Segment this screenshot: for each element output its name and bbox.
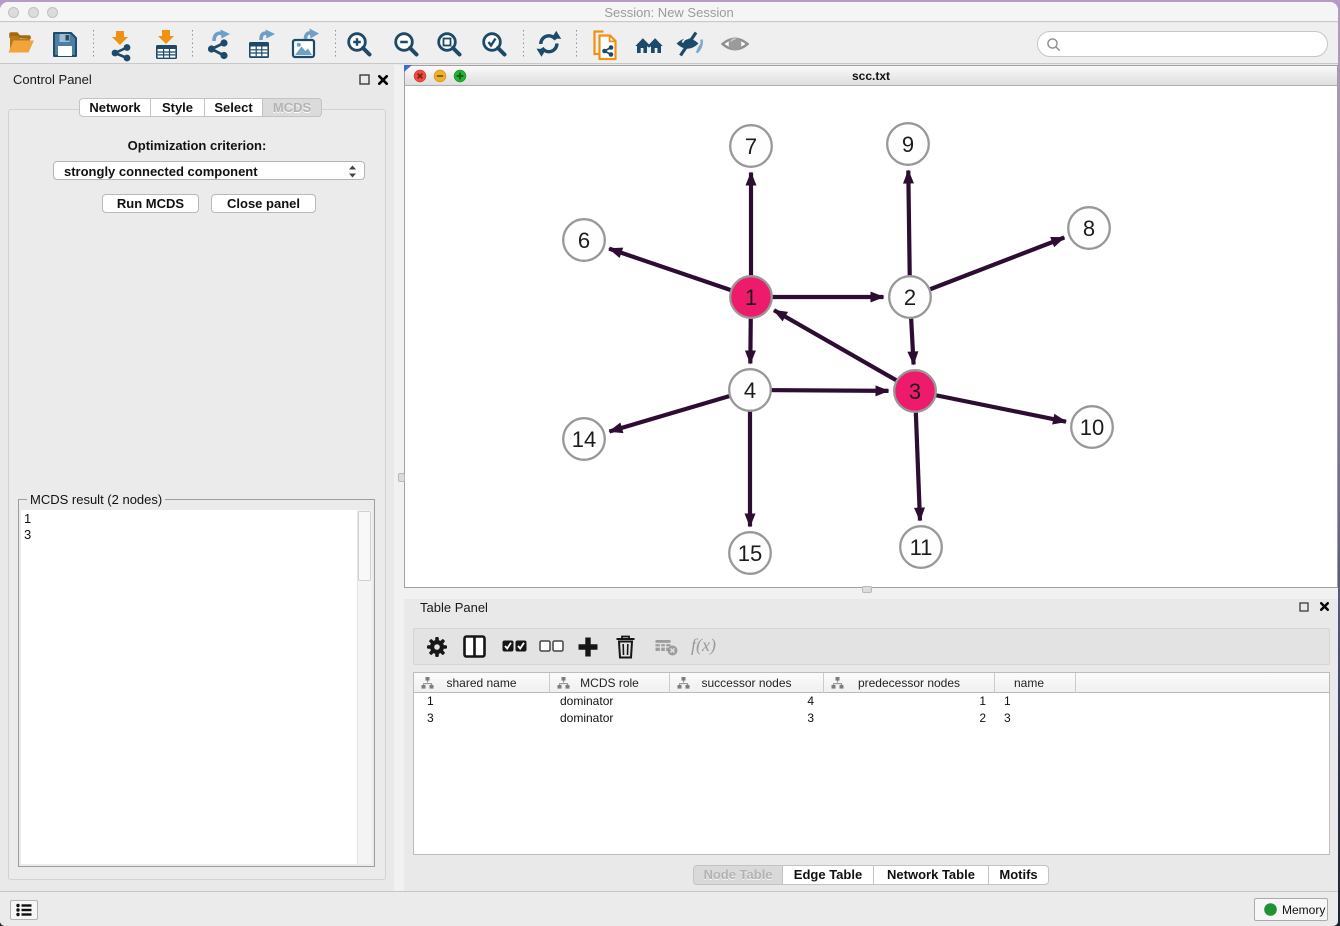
svg-text:4: 4 bbox=[744, 378, 756, 403]
svg-text:15: 15 bbox=[738, 541, 762, 566]
svg-text:3: 3 bbox=[909, 379, 921, 404]
svg-text:6: 6 bbox=[578, 228, 590, 253]
svg-text:10: 10 bbox=[1080, 415, 1104, 440]
svg-text:1: 1 bbox=[745, 285, 757, 310]
svg-text:9: 9 bbox=[902, 132, 914, 157]
svg-text:2: 2 bbox=[904, 285, 916, 310]
svg-text:8: 8 bbox=[1083, 216, 1095, 241]
svg-text:11: 11 bbox=[910, 535, 933, 560]
svg-text:7: 7 bbox=[745, 134, 757, 159]
svg-text:14: 14 bbox=[572, 427, 596, 452]
